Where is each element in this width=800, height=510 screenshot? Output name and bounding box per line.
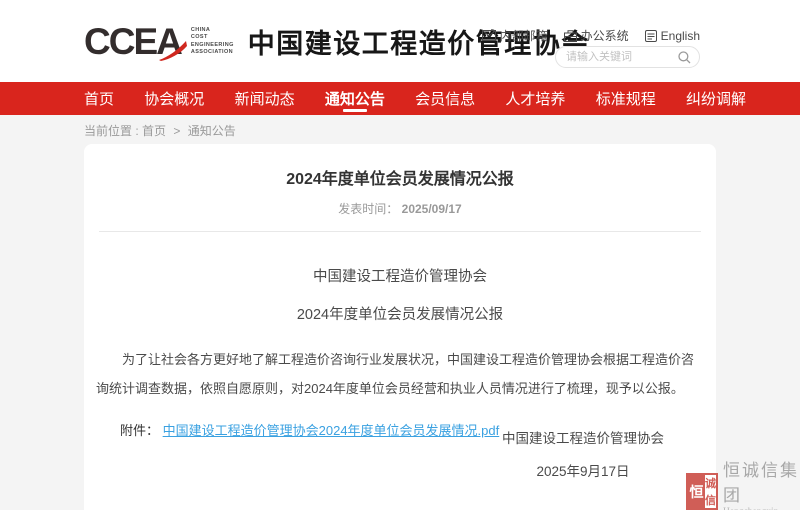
page: CCEA CHINA COST ENGINEERING ASSOCIATION … (0, 0, 800, 510)
briefcase-icon (564, 30, 577, 42)
breadcrumb-prefix: 当前位置 : (84, 124, 142, 138)
seal-char-xin: 信 (705, 492, 716, 509)
publish-meta: 发表时间： 2025/09/17 (84, 200, 716, 217)
article-title: 2024年度单位会员发展情况公报 (84, 165, 716, 189)
internal-mail-link[interactable]: 内部邮箱 (482, 27, 548, 44)
publish-label: 发表时间： (338, 202, 398, 216)
signature-block: 中国建设工程造价管理协会 2025年9月17日 (502, 427, 664, 480)
utility-links: 内部邮箱 办公系统 English (482, 27, 700, 44)
attachment-label: 附件： (120, 423, 159, 438)
office-system-link[interactable]: 办公系统 (564, 27, 629, 44)
breadcrumb-current-link[interactable]: 通知公告 (188, 124, 236, 138)
globe-icon (645, 30, 657, 42)
nav-item-training[interactable]: 人才培养 (505, 82, 565, 115)
hengchengxin-seal-icon: 恒 诚 信 (686, 473, 718, 510)
nav-item-home[interactable]: 首页 (84, 82, 114, 115)
logo-acronym: CCEA (84, 23, 181, 60)
nav-item-notices[interactable]: 通知公告 (325, 82, 385, 115)
hengchengxin-watermark: 恒 诚 信 恒诚信集团 Hengchengxin Group (686, 456, 800, 510)
publish-date: 2025/09/17 (402, 202, 462, 216)
body-heading-org: 中国建设工程造价管理协会 (84, 265, 716, 286)
article-card: 2024年度单位会员发展情况公报 发表时间： 2025/09/17 中国建设工程… (84, 144, 716, 510)
breadcrumb: 当前位置 : 首页 > 通知公告 (84, 122, 236, 139)
nav-item-members[interactable]: 会员信息 (415, 82, 475, 115)
search-icon[interactable] (678, 51, 691, 64)
site-header: CCEA CHINA COST ENGINEERING ASSOCIATION … (0, 0, 800, 82)
breadcrumb-separator: > (173, 124, 180, 138)
watermark-name-cn: 恒诚信集团 (723, 456, 800, 506)
title-divider (99, 231, 701, 232)
signature-org: 中国建设工程造价管理协会 (502, 427, 664, 447)
header-search (555, 46, 700, 68)
logo-subtext: CHINA COST ENGINEERING ASSOCIATION (191, 27, 234, 56)
article-paragraph: 为了让社会各方更好地了解工程造价咨询行业发展状况，中国建设工程造价管理协会根据工… (96, 345, 704, 403)
nav-item-mediation[interactable]: 纠纷调解 (686, 82, 746, 115)
mail-icon (482, 30, 496, 41)
english-link[interactable]: English (645, 29, 700, 43)
logo-red-swoosh-icon (158, 40, 188, 62)
signature-date: 2025年9月17日 (502, 460, 664, 480)
attachment-pdf-link[interactable]: 中国建设工程造价管理协会2024年度单位会员发展情况.pdf (163, 423, 500, 438)
main-nav: 首页 协会概况 新闻动态 通知公告 会员信息 人才培养 标准规程 纠纷调解 (0, 82, 800, 115)
breadcrumb-home-link[interactable]: 首页 (142, 124, 166, 138)
body-heading-title: 2024年度单位会员发展情况公报 (84, 303, 716, 324)
nav-item-overview[interactable]: 协会概况 (144, 82, 204, 115)
seal-char-cheng: 诚 (705, 475, 716, 492)
nav-item-news[interactable]: 新闻动态 (235, 82, 295, 115)
nav-item-standards[interactable]: 标准规程 (596, 82, 656, 115)
seal-char-heng: 恒 (688, 475, 705, 508)
